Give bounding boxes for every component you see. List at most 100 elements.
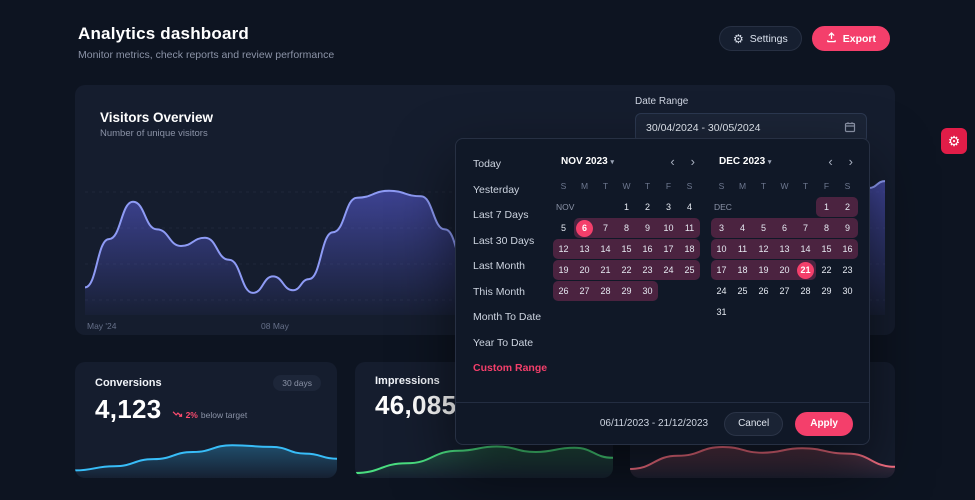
day-nov-17[interactable]: 17: [658, 239, 679, 259]
export-button[interactable]: Export: [811, 26, 890, 51]
empty-cell: [732, 197, 753, 217]
apply-button[interactable]: Apply: [795, 411, 853, 436]
preset-yesterday[interactable]: Yesterday: [473, 184, 549, 196]
day-dec-7[interactable]: 7: [795, 218, 816, 238]
day-dec-2[interactable]: 2: [837, 197, 858, 217]
prev-month-button[interactable]: ‹: [670, 155, 674, 168]
day-dec-16[interactable]: 16: [837, 239, 858, 259]
settings-button[interactable]: ⚙ Settings: [719, 26, 802, 51]
preset-custom-range[interactable]: Custom Range: [473, 362, 549, 374]
theme-settings-button[interactable]: ⚙: [941, 128, 967, 154]
day-dec-30[interactable]: 30: [837, 281, 858, 301]
day-nov-22[interactable]: 22: [616, 260, 637, 280]
day-nov-12[interactable]: 12: [553, 239, 574, 259]
day-nov-1[interactable]: 1: [616, 197, 637, 217]
day-dec-1[interactable]: 1: [816, 197, 837, 217]
day-nov-8[interactable]: 8: [616, 218, 637, 238]
preset-last-7-days[interactable]: Last 7 Days: [473, 209, 549, 221]
day-dec-13[interactable]: 13: [774, 239, 795, 259]
day-nov-11[interactable]: 11: [679, 218, 700, 238]
day-dec-9[interactable]: 9: [837, 218, 858, 238]
day-dec-23[interactable]: 23: [837, 260, 858, 280]
weekday-label: T: [802, 181, 809, 191]
day-nov-26[interactable]: 26: [553, 281, 574, 301]
empty-cell: [732, 302, 753, 322]
day-dec-14[interactable]: 14: [795, 239, 816, 259]
empty-cell: [774, 302, 795, 322]
day-nov-21[interactable]: 21: [595, 260, 616, 280]
day-nov-18[interactable]: 18: [679, 239, 700, 259]
day-nov-27[interactable]: 27: [574, 281, 595, 301]
day-nov-6[interactable]: 6: [574, 218, 595, 238]
day-dec-27[interactable]: 27: [774, 281, 795, 301]
day-dec-21[interactable]: 21: [795, 260, 816, 280]
day-nov-29[interactable]: 29: [616, 281, 637, 301]
day-nov-23[interactable]: 23: [637, 260, 658, 280]
preset-last-30-days[interactable]: Last 30 Days: [473, 235, 549, 247]
empty-cell: [595, 197, 616, 217]
day-nov-15[interactable]: 15: [616, 239, 637, 259]
empty-cell: [795, 302, 816, 322]
day-nov-2[interactable]: 2: [637, 197, 658, 217]
day-dec-18[interactable]: 18: [732, 260, 753, 280]
month-year-select[interactable]: DEC 2023 ▾: [719, 156, 771, 167]
day-nov-24[interactable]: 24: [658, 260, 679, 280]
chart-title: Visitors Overview: [100, 110, 214, 125]
page-title: Analytics dashboard: [78, 24, 250, 43]
day-dec-31[interactable]: 31: [711, 302, 732, 322]
day-dec-22[interactable]: 22: [816, 260, 837, 280]
day-nov-5[interactable]: 5: [553, 218, 574, 238]
gear-icon: ⚙: [947, 132, 961, 149]
day-dec-8[interactable]: 8: [816, 218, 837, 238]
day-nov-16[interactable]: 16: [637, 239, 658, 259]
day-dec-25[interactable]: 25: [732, 281, 753, 301]
day-dec-11[interactable]: 11: [732, 239, 753, 259]
preset-year-to-date[interactable]: Year To Date: [473, 337, 549, 349]
day-nov-14[interactable]: 14: [595, 239, 616, 259]
preset-today[interactable]: Today: [473, 158, 549, 170]
day-dec-29[interactable]: 29: [816, 281, 837, 301]
day-dec-20[interactable]: 20: [774, 260, 795, 280]
day-dec-12[interactable]: 12: [753, 239, 774, 259]
day-dec-19[interactable]: 19: [753, 260, 774, 280]
cancel-button[interactable]: Cancel: [724, 411, 784, 436]
empty-cell: [774, 197, 795, 217]
day-nov-3[interactable]: 3: [658, 197, 679, 217]
empty-cell: [574, 197, 595, 217]
day-dec-24[interactable]: 24: [711, 281, 732, 301]
day-nov-4[interactable]: 4: [679, 197, 700, 217]
day-nov-25[interactable]: 25: [679, 260, 700, 280]
day-nov-30[interactable]: 30: [637, 281, 658, 301]
next-month-button[interactable]: ›: [849, 155, 853, 168]
day-dec-4[interactable]: 4: [732, 218, 753, 238]
day-nov-9[interactable]: 9: [637, 218, 658, 238]
prev-month-button[interactable]: ‹: [828, 155, 832, 168]
empty-cell: [658, 281, 679, 301]
trend-value: 2%: [185, 410, 198, 420]
day-dec-5[interactable]: 5: [753, 218, 774, 238]
preset-last-month[interactable]: Last Month: [473, 260, 549, 272]
day-dec-6[interactable]: 6: [774, 218, 795, 238]
next-month-button[interactable]: ›: [691, 155, 695, 168]
preset-this-month[interactable]: This Month: [473, 286, 549, 298]
trend-down-icon: [172, 410, 183, 420]
day-nov-20[interactable]: 20: [574, 260, 595, 280]
day-dec-10[interactable]: 10: [711, 239, 732, 259]
day-dec-17[interactable]: 17: [711, 260, 732, 280]
day-dec-28[interactable]: 28: [795, 281, 816, 301]
preset-month-to-date[interactable]: Month To Date: [473, 311, 549, 323]
day-dec-26[interactable]: 26: [753, 281, 774, 301]
day-nov-13[interactable]: 13: [574, 239, 595, 259]
weekday-label: T: [644, 181, 651, 191]
day-nov-7[interactable]: 7: [595, 218, 616, 238]
header-actions: ⚙ Settings Export: [719, 26, 890, 51]
day-dec-15[interactable]: 15: [816, 239, 837, 259]
month-year-select[interactable]: NOV 2023 ▾: [561, 156, 614, 167]
day-nov-19[interactable]: 19: [553, 260, 574, 280]
weekday-label: F: [823, 181, 830, 191]
export-icon: [826, 31, 837, 46]
day-dec-3[interactable]: 3: [711, 218, 732, 238]
weekday-label: S: [844, 181, 851, 191]
day-nov-10[interactable]: 10: [658, 218, 679, 238]
day-nov-28[interactable]: 28: [595, 281, 616, 301]
